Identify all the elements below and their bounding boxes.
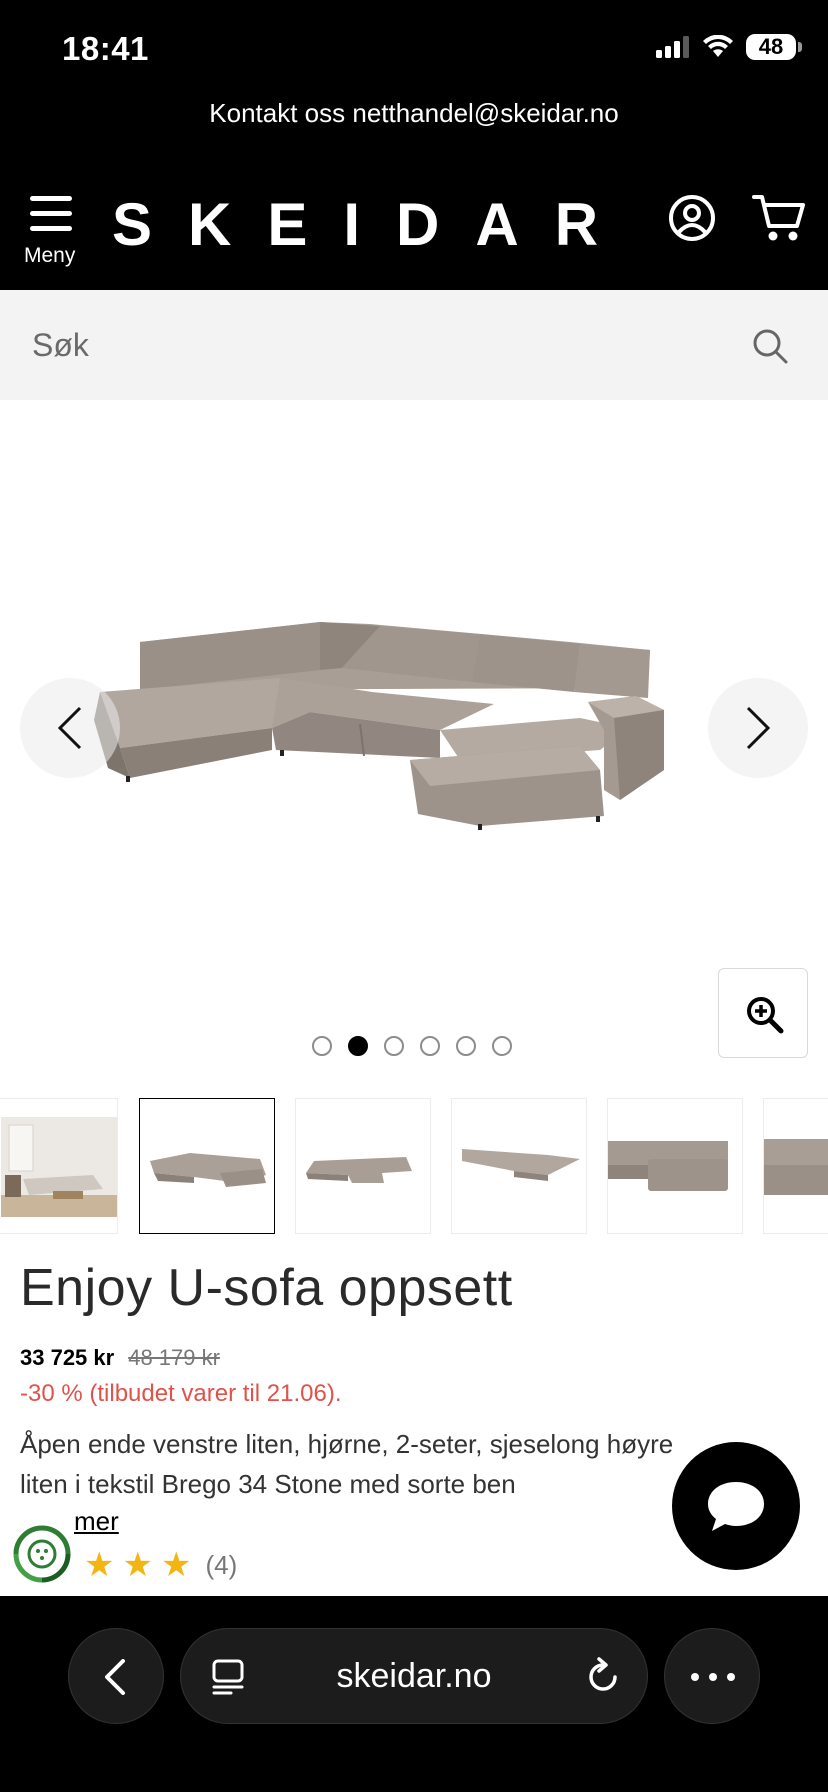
zoom-button[interactable] <box>718 968 808 1058</box>
description-line: Åpen ende venstre liten, hjørne, 2-seter… <box>20 1429 674 1459</box>
chevron-left-icon <box>57 706 82 750</box>
product-rating[interactable]: ★ ★ ★ (4) <box>84 1548 237 1582</box>
read-more-link[interactable]: mer <box>74 1506 119 1537</box>
more-icon <box>691 1673 735 1681</box>
pagination-dot-active[interactable] <box>348 1036 368 1056</box>
status-icons: 48 <box>656 34 802 60</box>
wifi-icon <box>703 35 733 57</box>
battery-indicator: 48 <box>746 34 802 60</box>
account-icon[interactable] <box>668 194 716 242</box>
thumbnail-room[interactable] <box>0 1098 118 1234</box>
review-count[interactable]: (4) <box>205 1550 237 1581</box>
back-icon <box>105 1659 125 1695</box>
contact-text[interactable]: Kontakt oss netthandel@skeidar.no <box>209 98 618 128</box>
gallery-pagination <box>312 1036 512 1056</box>
gallery-prev-button[interactable] <box>20 678 120 778</box>
site-header: Meny SKEIDAR <box>0 176 828 290</box>
thumbnail-sofa-angle[interactable] <box>139 1098 275 1234</box>
thumbnail-strip[interactable] <box>0 1098 828 1234</box>
original-price: 48 179 kr <box>128 1345 220 1370</box>
signal-icon <box>656 36 689 58</box>
search-icon[interactable] <box>750 326 790 366</box>
search-bar <box>0 290 828 400</box>
product-image[interactable] <box>80 600 760 840</box>
browser-toolbar: skeidar.no <box>0 1596 828 1792</box>
star-icon: ★ <box>84 1546 115 1584</box>
pagination-dot[interactable] <box>384 1036 404 1056</box>
product-title: Enjoy U-sofa oppsett <box>20 1259 513 1317</box>
thumbnail-sofa-back[interactable] <box>451 1098 587 1234</box>
url-text[interactable]: skeidar.no <box>181 1629 647 1723</box>
chevron-right-icon <box>746 706 771 750</box>
eco-badge-icon <box>13 1525 71 1583</box>
gallery-next-button[interactable] <box>708 678 808 778</box>
hamburger-icon <box>30 196 72 236</box>
product-gallery[interactable] <box>0 400 828 1080</box>
pagination-dot[interactable] <box>492 1036 512 1056</box>
chat-button[interactable] <box>672 1442 800 1570</box>
thumbnail-sofa-side[interactable] <box>607 1098 743 1234</box>
status-time: 18:41 <box>62 30 149 67</box>
pagination-dot[interactable] <box>456 1036 476 1056</box>
current-price: 33 725 kr <box>20 1345 115 1370</box>
price-row: 33 725 kr 48 179 kr <box>20 1345 220 1371</box>
site-logo[interactable]: SKEIDAR <box>112 190 634 260</box>
product-description: Åpen ende venstre liten, hjørne, 2-seter… <box>20 1424 780 1504</box>
description-line: liten i tekstil Brego 34 Stone med sorte… <box>20 1469 516 1499</box>
cart-icon[interactable] <box>752 192 806 244</box>
discount-text: -30 % (tilbudet varer til 21.06). <box>20 1380 342 1407</box>
browser-back-button[interactable] <box>68 1628 164 1724</box>
reload-icon[interactable] <box>585 1657 623 1697</box>
pagination-dot[interactable] <box>420 1036 440 1056</box>
address-bar[interactable]: skeidar.no <box>180 1628 648 1724</box>
star-icon: ★ <box>122 1546 153 1584</box>
thumbnail-sofa-detail[interactable] <box>763 1098 828 1234</box>
star-icon: ★ <box>160 1546 192 1584</box>
browser-more-button[interactable] <box>664 1628 760 1724</box>
status-bar: 18:41 48 <box>0 0 828 90</box>
zoom-in-icon <box>747 997 784 1034</box>
pagination-dot[interactable] <box>312 1036 332 1056</box>
thumbnail-sofa-front[interactable] <box>295 1098 431 1234</box>
eco-badge[interactable] <box>12 1524 72 1584</box>
search-input[interactable] <box>0 290 740 400</box>
menu-button[interactable]: Meny <box>24 196 88 276</box>
contact-bar[interactable]: Kontakt oss netthandel@skeidar.no <box>0 90 828 176</box>
chat-icon <box>708 1482 764 1531</box>
menu-label: Meny <box>24 244 76 267</box>
